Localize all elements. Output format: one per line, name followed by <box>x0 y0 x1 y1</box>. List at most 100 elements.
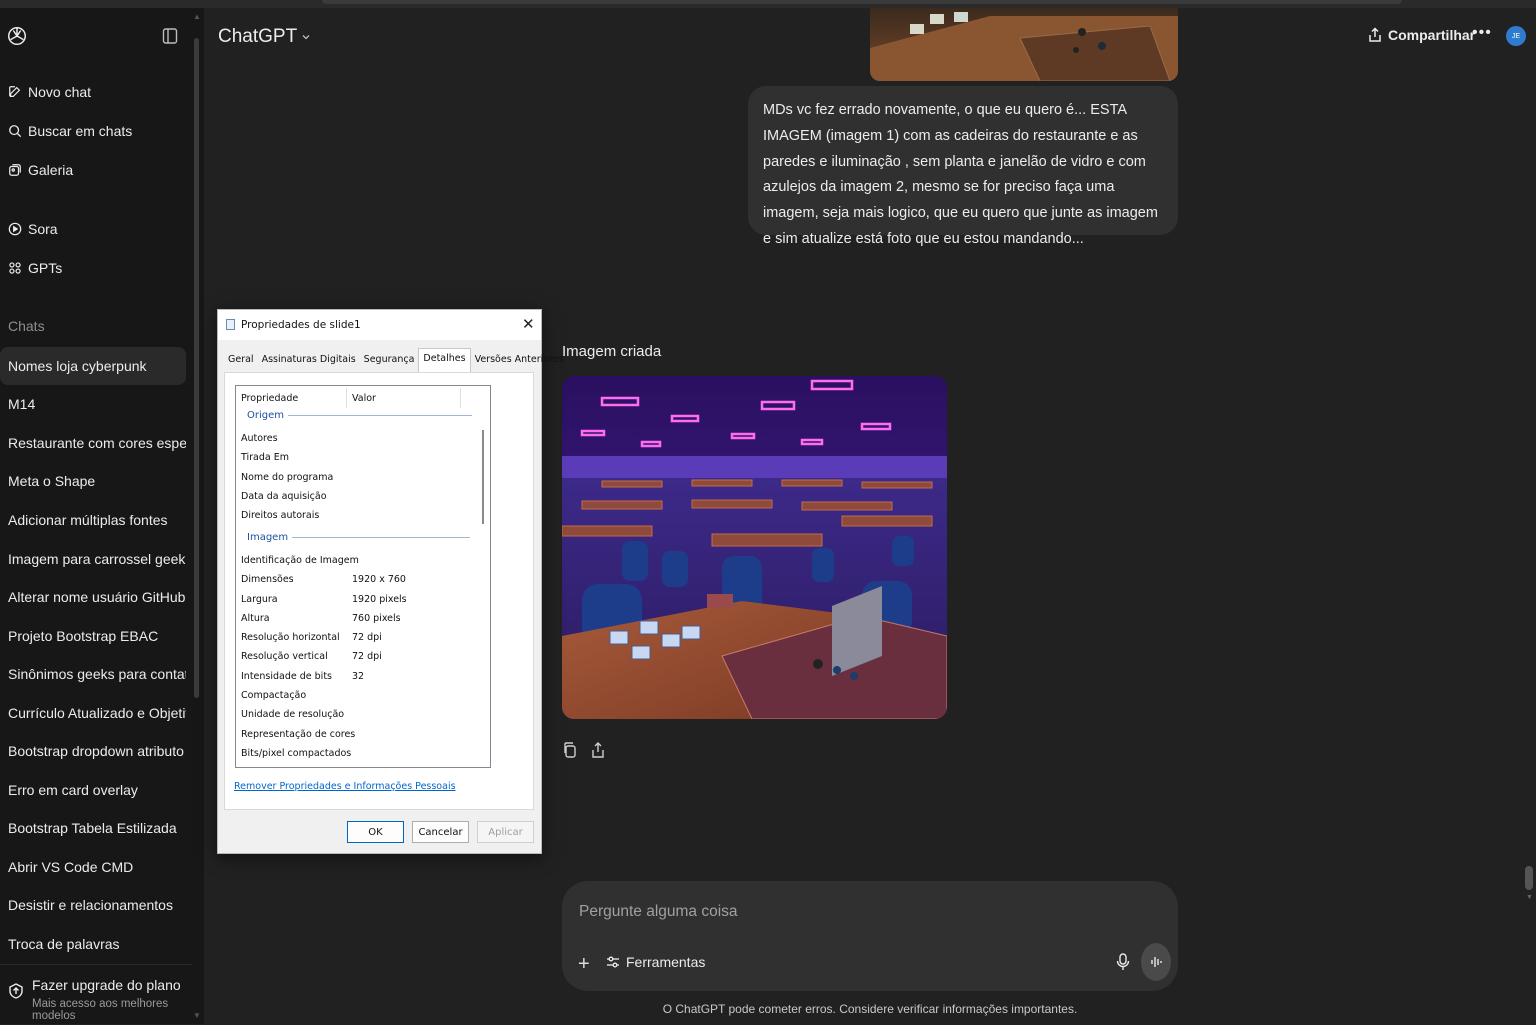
group-header-origin: Origem <box>247 410 473 421</box>
table-row[interactable]: Identificação de Imagem <box>241 555 471 566</box>
window-top-strip <box>0 0 1536 8</box>
share-icon[interactable] <box>590 741 606 759</box>
edit-icon <box>9 86 21 97</box>
sidebar-scroll-up-arrow[interactable]: ▲ <box>193 12 201 21</box>
chat-list-item[interactable]: Bootstrap Tabela Estilizada <box>0 809 186 847</box>
property-name: Largura <box>241 594 278 605</box>
waveform-icon <box>1151 957 1162 967</box>
nav-gallery[interactable]: Galeria <box>8 162 73 178</box>
nav-label: Galeria <box>28 162 74 178</box>
chat-list-item[interactable]: Bootstrap dropdown atributo <box>0 732 186 770</box>
apply-button[interactable]: Aplicar <box>477 821 534 843</box>
chat-list-item[interactable]: Troca de palavras <box>0 925 186 963</box>
table-row[interactable]: Resolução vertical 72 dpi <box>241 651 471 662</box>
ok-button[interactable]: OK <box>347 821 404 843</box>
tab-geral[interactable]: Geral <box>224 350 258 372</box>
chat-list-item[interactable]: Desistir e relacionamentos <box>0 886 186 924</box>
chat-list-item[interactable]: Adicionar múltiplas fontes <box>0 501 186 539</box>
table-row[interactable]: Nome do programa <box>241 472 471 483</box>
remove-properties-link[interactable]: Remover Propriedades e Informações Pesso… <box>234 781 456 792</box>
property-value: 32 <box>352 671 365 682</box>
table-row[interactable]: Direitos autorais <box>241 510 471 521</box>
table-row[interactable]: Tirada Em <box>241 452 471 463</box>
property-name: Nome do programa <box>241 472 334 483</box>
chat-list-item[interactable]: Projeto Bootstrap EBAC <box>0 617 186 655</box>
table-row[interactable]: Representação de cores <box>241 729 471 740</box>
chat-list-item[interactable]: Imagem para carrossel geek <box>0 540 186 578</box>
properties-scrollbar[interactable] <box>482 430 484 524</box>
table-row[interactable]: Bits/pixel compactados <box>241 748 471 759</box>
main-scroll-down-arrow[interactable]: ▼ <box>1526 894 1533 901</box>
add-attachment-icon[interactable]: + <box>578 953 590 976</box>
table-row[interactable]: Altura 760 pixels <box>241 613 471 624</box>
group-divider <box>292 537 471 538</box>
chat-list-item[interactable]: M14 <box>0 385 186 423</box>
tab-seguranca[interactable]: Segurança <box>360 350 419 372</box>
nav-search-chats[interactable]: Buscar em chats <box>8 123 132 139</box>
chat-list-item[interactable]: Alterar nome usuário GitHub <box>0 578 186 616</box>
close-icon[interactable]: ✕ <box>522 315 535 333</box>
composer: Pergunte alguma coisa + Ferramentas <box>562 881 1178 991</box>
sidebar: Novo chat Buscar em chats Galeria Sora G… <box>0 8 204 1024</box>
upgrade-title: Fazer upgrade do plano <box>32 977 181 993</box>
property-name: Compactação <box>241 690 307 701</box>
property-value: 1920 x 760 <box>352 574 406 585</box>
table-row[interactable]: Resolução horizontal 72 dpi <box>241 632 471 643</box>
property-value: 72 dpi <box>352 632 382 643</box>
chevron-down-icon <box>302 35 310 40</box>
image-actions <box>562 741 606 759</box>
property-name: Direitos autorais <box>241 510 320 521</box>
generated-image[interactable] <box>562 376 947 719</box>
chat-list-item[interactable]: Sinônimos geeks para contato <box>0 655 186 693</box>
table-row[interactable]: Data da aquisição <box>241 491 471 502</box>
avatar[interactable]: JE <box>1506 26 1526 46</box>
share-button[interactable]: Compartilhar <box>1368 27 1475 43</box>
properties-list[interactable]: Propriedade Valor Origem Autores Tirada … <box>235 385 491 768</box>
chat-list-item[interactable]: Nomes loja cyberpunk <box>0 347 186 385</box>
column-value[interactable]: Valor <box>352 393 376 404</box>
chat-list-item[interactable]: Currículo Atualizado e Objetivo <box>0 694 186 732</box>
nav-sora[interactable]: Sora <box>8 221 58 237</box>
share-label: Compartilhar <box>1388 27 1476 43</box>
table-row[interactable]: Largura 1920 pixels <box>241 594 471 605</box>
cancel-button[interactable]: Cancelar <box>412 821 469 843</box>
microphone-icon[interactable] <box>1116 953 1130 971</box>
nav-new-chat[interactable]: Novo chat <box>8 84 91 100</box>
chat-list-item[interactable]: Erro em card overlay <box>0 771 186 809</box>
copy-icon[interactable] <box>562 741 578 759</box>
tab-versoes[interactable]: Versões Anteriores <box>471 350 568 372</box>
table-row[interactable]: Intensidade de bits 32 <box>241 671 471 682</box>
group-header-image: Imagem <box>247 532 471 543</box>
voice-mode-button[interactable] <box>1141 943 1171 981</box>
chat-list-item[interactable]: Restaurante com cores especifi... <box>0 424 186 462</box>
prompt-input[interactable]: Pergunte alguma coisa <box>579 903 738 921</box>
nav-gpts[interactable]: GPTs <box>8 260 62 276</box>
sidebar-scrollbar[interactable] <box>194 38 199 698</box>
file-icon <box>226 319 235 330</box>
property-name: Dimensões <box>241 574 294 585</box>
property-name: Resolução vertical <box>241 651 328 662</box>
openai-logo-icon[interactable] <box>6 25 28 47</box>
sidebar-toggle-icon[interactable] <box>162 27 178 45</box>
column-divider[interactable] <box>346 388 347 408</box>
column-divider[interactable] <box>460 388 461 408</box>
app-title: ChatGPT <box>218 26 298 47</box>
chat-list-item[interactable]: Meta o Shape <box>0 462 186 500</box>
model-selector[interactable]: ChatGPT <box>218 26 311 48</box>
table-row[interactable]: Unidade de resolução <box>241 709 471 720</box>
table-row[interactable]: Compactação <box>241 690 471 701</box>
tools-button[interactable]: Ferramentas <box>606 954 705 970</box>
column-property[interactable]: Propriedade <box>241 393 298 404</box>
table-row[interactable]: Autores <box>241 433 471 444</box>
chat-list-item[interactable]: Abrir VS Code CMD <box>0 848 186 886</box>
more-options-icon[interactable]: ••• <box>1472 24 1492 42</box>
property-value: 760 pixels <box>352 613 401 624</box>
previous-image[interactable] <box>870 8 1178 81</box>
main-scrollbar[interactable] <box>1525 866 1533 890</box>
tab-assinaturas[interactable]: Assinaturas Digitais <box>258 350 360 372</box>
tab-detalhes[interactable]: Detalhes <box>418 348 471 373</box>
dialog-titlebar[interactable]: Propriedades de slide1 ✕ <box>218 310 541 340</box>
share-icon <box>1369 27 1381 42</box>
group-label: Origem <box>247 410 285 421</box>
table-row[interactable]: Dimensões 1920 x 760 <box>241 574 471 585</box>
